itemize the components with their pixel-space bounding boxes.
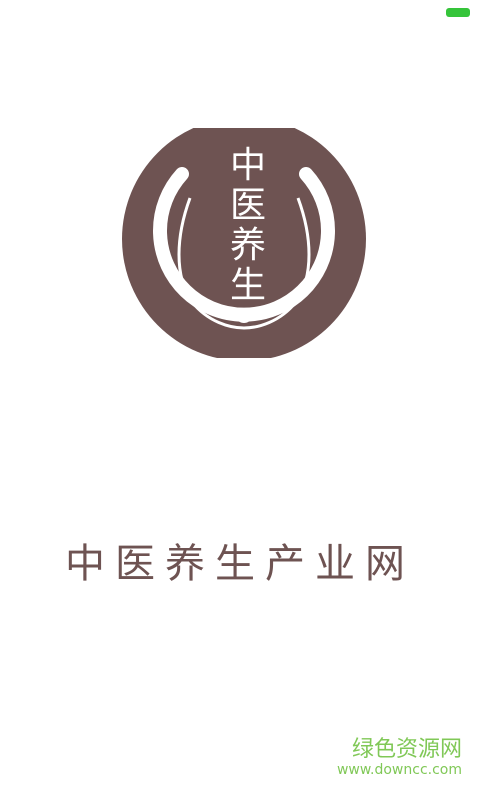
splash-screen: 中医养生 中医养生产业网 绿色资源网 www.downcc.com — [0, 0, 480, 800]
watermark-main: 绿色资源网 — [351, 737, 462, 762]
watermark: 绿色资源网 www.downcc.com — [336, 737, 462, 779]
logo-title-text: 中医养生 — [230, 146, 266, 306]
battery-icon — [446, 8, 470, 17]
logo-knob — [237, 313, 251, 323]
logo-title-char: 中 — [229, 145, 266, 186]
watermark-url: www.downcc.com — [336, 762, 462, 778]
logo-title: 中医养生 — [226, 146, 270, 306]
logo-title-char: 医 — [229, 185, 266, 226]
logo-title-char: 生 — [229, 265, 266, 306]
logo-title-char: 养 — [229, 225, 266, 266]
site-name: 中医养生产业网 — [65, 541, 415, 587]
